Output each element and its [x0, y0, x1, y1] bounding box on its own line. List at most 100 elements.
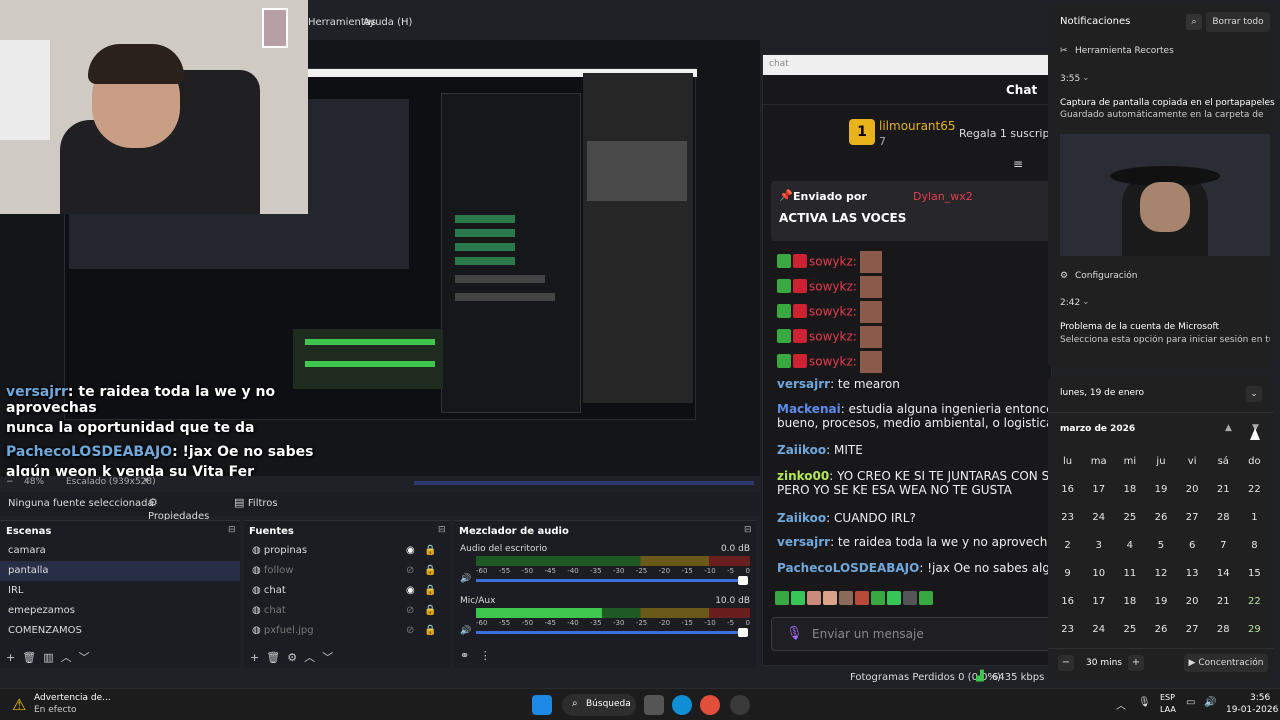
calendar-day[interactable]: 23	[1052, 616, 1083, 644]
calendar-day[interactable]: 12	[1145, 560, 1176, 588]
calendar-day[interactable]: 28	[1208, 616, 1239, 644]
scene-item[interactable]: pantalla	[0, 561, 240, 581]
task-view-icon[interactable]	[644, 695, 664, 715]
calendar-day[interactable]: 15	[1239, 560, 1270, 588]
menu-help[interactable]: Ayuda (H)	[363, 17, 412, 28]
language[interactable]: ESP	[1160, 693, 1175, 702]
search-box[interactable]: ⌕ Búsqueda	[562, 694, 636, 716]
warning-icon[interactable]: ⚠	[12, 695, 26, 714]
up-icon[interactable]: ︿	[304, 651, 315, 664]
mic-icon[interactable]: 🎙	[786, 626, 803, 641]
speaker-icon[interactable]: 🔊	[460, 574, 471, 584]
speaker-icon[interactable]: 🔊	[460, 626, 471, 636]
source-item[interactable]: ◍ chat ◉ 🔒	[244, 581, 450, 601]
chat-username[interactable]: Zaiikoo	[777, 443, 826, 457]
chat-username[interactable]: sowykz:	[809, 280, 857, 294]
calendar-day[interactable]: 18	[1114, 588, 1145, 616]
calendar-day[interactable]: 24	[1083, 504, 1114, 532]
lock-icon[interactable]: 🔒	[424, 601, 436, 621]
trash-icon[interactable]: 🗑	[266, 651, 280, 664]
calendar-day[interactable]: 16	[1052, 588, 1083, 616]
eye-off-icon[interactable]: ⊘	[406, 601, 414, 621]
filter-icon[interactable]: ▥	[43, 651, 53, 664]
calendar-day[interactable]: 26	[1145, 616, 1176, 644]
volume-slider[interactable]	[476, 628, 748, 637]
calendar-month[interactable]: marzo de 2026	[1060, 424, 1135, 434]
lock-icon[interactable]: 🔒	[424, 581, 436, 601]
more-icon[interactable]: ⋮	[480, 649, 491, 662]
eye-icon[interactable]: ◉	[406, 541, 415, 561]
windows-start-icon[interactable]	[532, 695, 552, 715]
chat-input[interactable]: 🎙 Enviar un mensaje	[771, 617, 1051, 651]
calendar-day[interactable]: 23	[1052, 504, 1083, 532]
calendar-day[interactable]: 26	[1145, 504, 1176, 532]
eye-off-icon[interactable]: ⊘	[406, 621, 414, 641]
calendar-day[interactable]: 4	[1114, 532, 1145, 560]
calendar-day[interactable]: 2	[1052, 532, 1083, 560]
chat-username[interactable]: sowykz:	[809, 355, 857, 369]
network-icon[interactable]: ▭	[1186, 697, 1195, 708]
calendar-day[interactable]: 6	[1177, 532, 1208, 560]
calendar-day[interactable]: 18	[1114, 476, 1145, 504]
calendar-day[interactable]: 19	[1145, 588, 1176, 616]
focus-button[interactable]: ▶ Concentración	[1184, 654, 1268, 672]
up-icon[interactable]: ︿	[61, 651, 72, 664]
focus-increase-button[interactable]: +	[1128, 655, 1144, 671]
calendar-day[interactable]: 10	[1083, 560, 1114, 588]
calendar-day[interactable]: 27	[1177, 616, 1208, 644]
add-icon[interactable]: +	[250, 651, 259, 664]
calendar-day[interactable]: 13	[1177, 560, 1208, 588]
chat-username[interactable]: Zaiikoo	[777, 511, 826, 525]
trash-icon[interactable]: 🗑	[22, 651, 36, 664]
calendar-day[interactable]: 17	[1083, 588, 1114, 616]
eye-off-icon[interactable]: ⊘	[406, 561, 414, 581]
calendar-day[interactable]: 27	[1177, 504, 1208, 532]
scrollbar[interactable]	[414, 481, 754, 485]
chat-username[interactable]: versajrr	[777, 377, 830, 391]
calendar-day[interactable]: 19	[1145, 476, 1176, 504]
volume-slider[interactable]	[476, 576, 748, 585]
calendar-day[interactable]: 8	[1239, 532, 1270, 560]
zoom-minus[interactable]: −	[6, 477, 14, 487]
lock-icon[interactable]: 🔒	[424, 561, 436, 581]
chrome-icon[interactable]	[700, 695, 720, 715]
source-item[interactable]: ◍ pxfuel.jpg ⊘ 🔒	[244, 621, 450, 641]
chat-username[interactable]: sowykz:	[809, 305, 857, 319]
scene-item[interactable]: emepezamos	[0, 601, 240, 621]
calendar-day[interactable]: 5	[1145, 532, 1176, 560]
calendar-day[interactable]: 1	[1239, 504, 1270, 532]
calendar-day[interactable]: 21	[1208, 588, 1239, 616]
calendar-day[interactable]: 20	[1177, 588, 1208, 616]
eye-icon[interactable]: ◉	[406, 581, 415, 601]
calendar-day[interactable]: 3	[1083, 532, 1114, 560]
collapse-icon[interactable]: ≡	[1013, 157, 1023, 171]
calendar-day[interactable]: 11	[1114, 560, 1145, 588]
calendar-day[interactable]: 9	[1052, 560, 1083, 588]
calendar-day[interactable]: 25	[1114, 616, 1145, 644]
calendar-day[interactable]: 25	[1114, 504, 1145, 532]
panel-menu-icon[interactable]: ⊟	[228, 525, 236, 535]
notif-title-1[interactable]: Captura de pantalla copiada en el portap…	[1060, 98, 1275, 108]
calendar-date-header[interactable]: lunes, 19 de enero	[1060, 388, 1144, 398]
chevron-down-icon[interactable]: ⌄	[1246, 386, 1262, 402]
notif-title-2[interactable]: Problema de la cuenta de Microsoft	[1060, 322, 1270, 332]
chat-username[interactable]: sowykz:	[809, 255, 857, 269]
add-icon[interactable]: +	[6, 651, 15, 664]
calendar-day[interactable]: 24	[1083, 616, 1114, 644]
calendar-day[interactable]: 16	[1052, 476, 1083, 504]
scale-label[interactable]: Escalado (939x528)	[66, 477, 156, 487]
scene-item[interactable]: IRL	[0, 581, 240, 601]
scene-item[interactable]: COMENZAMOS	[0, 621, 240, 641]
screenshot-thumbnail[interactable]	[1060, 134, 1270, 256]
mic-icon[interactable]: 🎙	[1138, 697, 1151, 708]
calendar-day[interactable]: 14	[1208, 560, 1239, 588]
gear-icon[interactable]: ⚙	[287, 651, 297, 664]
source-item[interactable]: ◍ follow ⊘ 🔒	[244, 561, 450, 581]
dnd-icon[interactable]: ⌕	[1186, 14, 1202, 30]
calendar-day[interactable]: 21	[1208, 476, 1239, 504]
scene-item[interactable]: camara	[0, 541, 240, 561]
panel-menu-icon[interactable]: ⊟	[744, 525, 752, 535]
chat-username[interactable]: zinko00	[777, 469, 829, 483]
clear-all-button[interactable]: Borrar todo	[1206, 12, 1270, 32]
calendar-day[interactable]: 29	[1239, 616, 1270, 644]
